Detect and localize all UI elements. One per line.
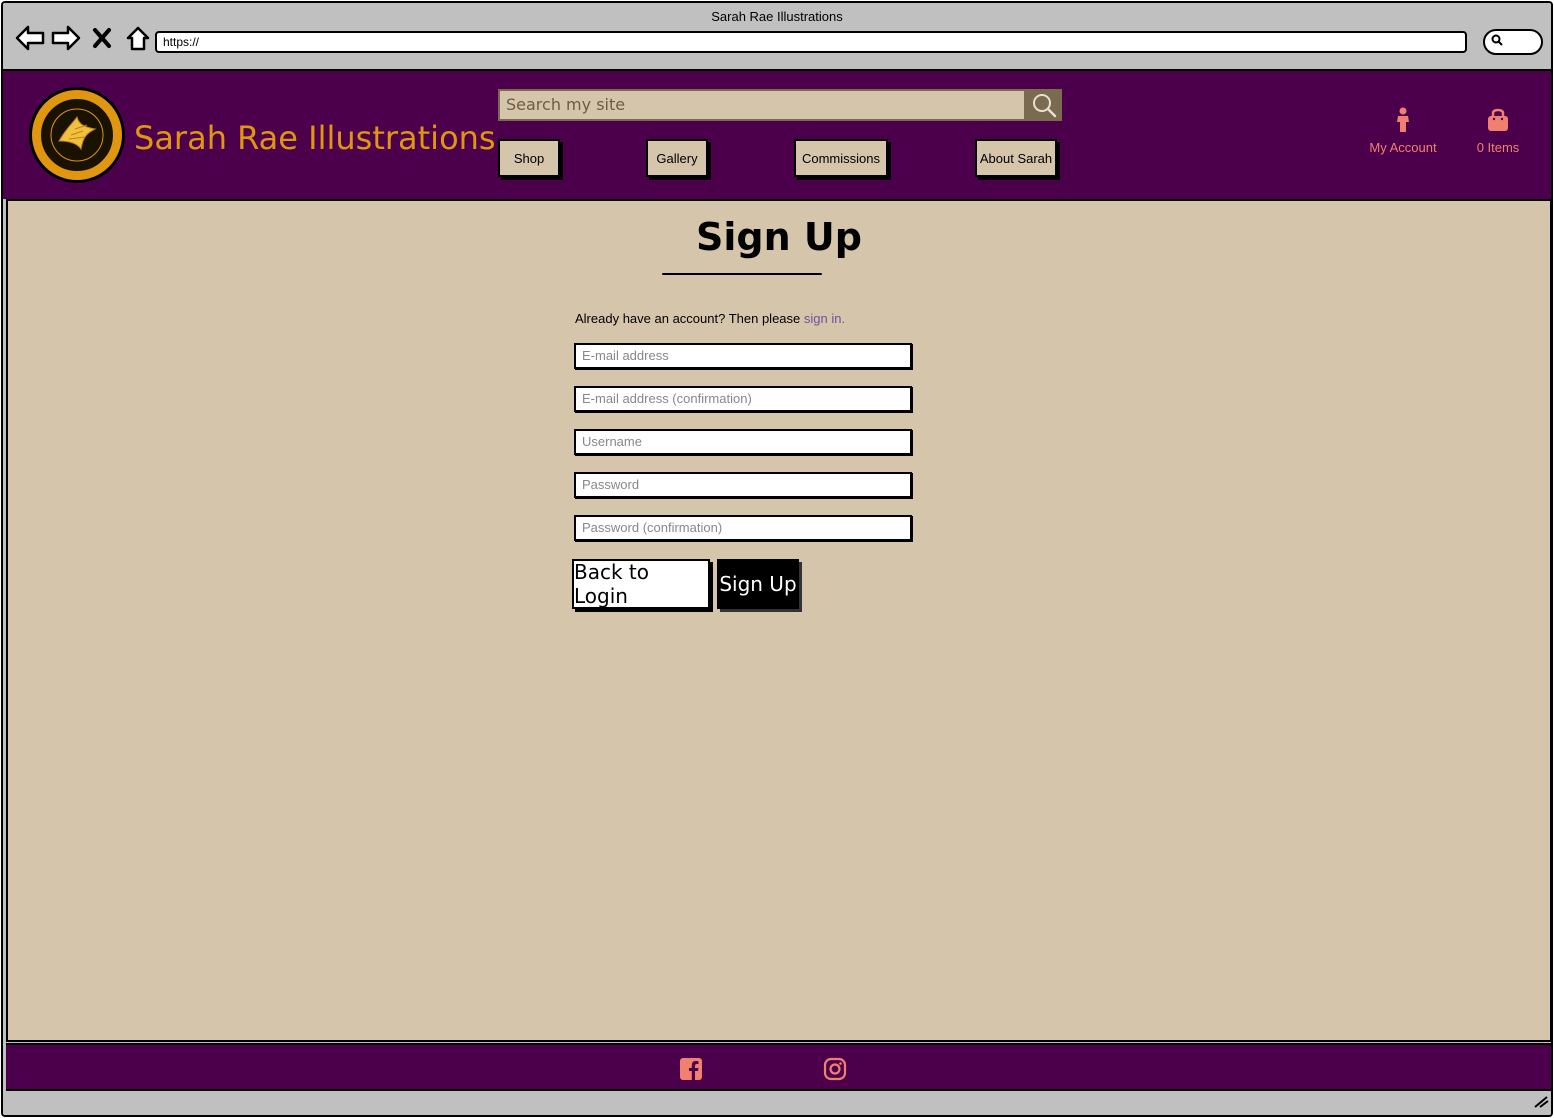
site-footer	[6, 1043, 1551, 1091]
home-icon[interactable]	[123, 23, 153, 53]
site-title[interactable]: Sarah Rae Illustrations	[134, 119, 496, 157]
url-bar[interactable]: https://	[155, 31, 1467, 53]
nav-shop[interactable]: Shop	[498, 139, 560, 177]
site-search: Search my site	[498, 89, 1062, 121]
nav-about-sarah[interactable]: About Sarah	[975, 139, 1057, 177]
window-title: Sarah Rae Illustrations	[711, 9, 843, 24]
back-to-login-button[interactable]: Back to Login	[572, 559, 710, 609]
title-divider	[662, 273, 822, 275]
nav-gallery[interactable]: Gallery	[646, 139, 708, 177]
browser-search[interactable]	[1483, 29, 1543, 55]
back-arrow-icon[interactable]	[15, 23, 45, 53]
nav-commissions[interactable]: Commissions	[794, 139, 888, 177]
sign-up-button[interactable]: Sign Up	[717, 559, 799, 609]
my-account-label: My Account	[1369, 140, 1437, 155]
instagram-icon[interactable]	[823, 1057, 847, 1081]
email-field[interactable]: E-mail address	[574, 343, 912, 369]
main-content: Sign Up Already have an account? Then pl…	[6, 199, 1551, 1042]
page-title: Sign Up	[696, 215, 862, 259]
signin-link[interactable]: sign in.	[804, 311, 845, 326]
browser-chrome: Sarah Rae Illustrations https://	[3, 3, 1551, 71]
forward-arrow-icon[interactable]	[51, 23, 81, 53]
resize-handle-icon[interactable]	[1533, 1094, 1549, 1113]
my-account-link[interactable]: My Account	[1363, 107, 1443, 155]
bag-link[interactable]: 0 Items	[1465, 107, 1531, 155]
password-confirm-field[interactable]: Password (confirmation)	[574, 515, 912, 541]
logo-emblem	[39, 97, 115, 173]
close-x-icon[interactable]	[87, 23, 117, 53]
phoenix-icon	[50, 108, 104, 162]
email-confirm-field[interactable]: E-mail address (confirmation)	[574, 386, 912, 412]
browser-status-bar	[3, 1091, 1551, 1115]
search-button[interactable]	[1026, 89, 1062, 121]
facebook-icon[interactable]	[679, 1057, 703, 1081]
search-icon	[1491, 33, 1503, 51]
site-header: Sarah Rae Illustrations Search my site S…	[3, 71, 1551, 199]
signin-prompt: Already have an account? Then please sig…	[575, 311, 845, 326]
shopping-bag-icon	[1465, 107, 1531, 136]
password-field[interactable]: Password	[574, 472, 912, 498]
search-input[interactable]: Search my site	[498, 89, 1026, 121]
username-field[interactable]: Username	[574, 429, 912, 455]
browser-nav	[15, 23, 153, 53]
bag-label: 0 Items	[1476, 140, 1520, 155]
site-logo[interactable]	[29, 87, 125, 183]
search-icon	[1033, 94, 1057, 118]
browser-window: Sarah Rae Illustrations https:// Sarah R…	[1, 1, 1553, 1117]
signin-prompt-text: Already have an account? Then please	[575, 311, 801, 326]
person-icon	[1363, 107, 1443, 136]
